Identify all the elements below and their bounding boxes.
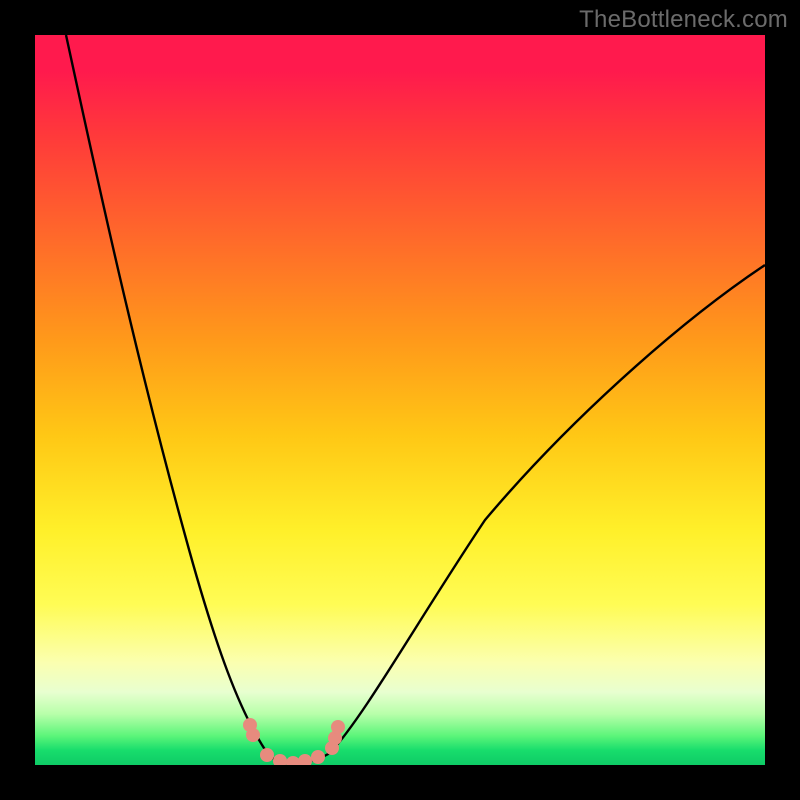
chart-frame: TheBottleneck.com bbox=[0, 0, 800, 800]
plot-area bbox=[35, 35, 765, 765]
heat-gradient-background bbox=[35, 35, 765, 765]
watermark-text: TheBottleneck.com bbox=[579, 6, 788, 34]
